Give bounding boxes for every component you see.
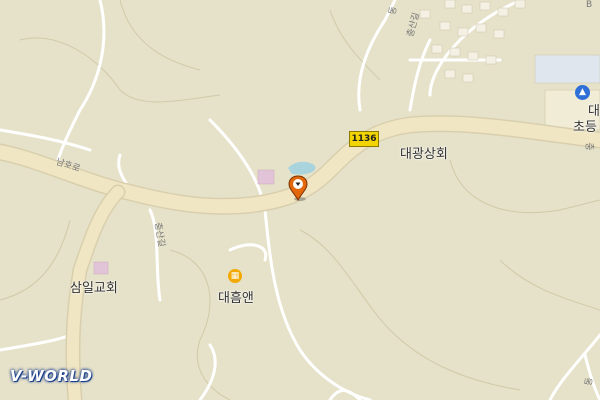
pond [288,161,316,175]
building-icon[interactable]: ▦ [228,269,242,283]
route-shield-1136: 1136 [349,131,379,147]
place-label-samil-church[interactable]: 삼일교회 [70,277,118,296]
vworld-logo: V-WORLD [10,367,93,385]
road-label-fragment-right-edge: 충 [583,142,594,151]
place-label-school-bottom[interactable]: 초등 [573,116,597,135]
building-blocks [419,0,600,131]
pink-building [257,169,275,185]
church-building [93,261,109,275]
school-icon[interactable]: ▲ [575,85,590,100]
map-canvas[interactable]: 남호로 충산길 충산길 동 충 동 B 1136 대광상회 삼일교회 ▦ 대흠앤… [0,0,600,400]
place-label-daeheum-ann[interactable]: 대흠앤 [218,287,254,306]
place-label-daegwang-store[interactable]: 대광상회 [400,143,448,162]
map-pin-icon[interactable] [287,175,309,201]
road-label-fragment-top-right-edge: B [586,0,593,10]
